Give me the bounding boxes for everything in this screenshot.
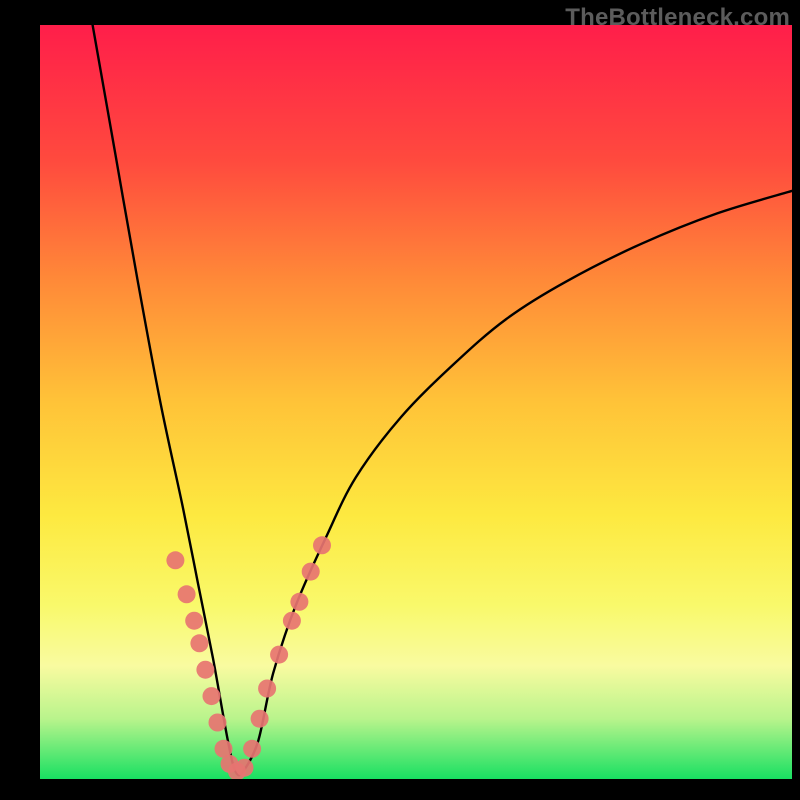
data-marker: [313, 536, 331, 554]
data-marker: [243, 740, 261, 758]
bottleneck-curve: [93, 25, 792, 775]
data-marker: [302, 563, 320, 581]
chart-svg: [40, 25, 792, 779]
data-marker: [258, 680, 276, 698]
data-marker: [185, 612, 203, 630]
data-marker: [178, 585, 196, 603]
data-marker: [283, 612, 301, 630]
data-marker: [196, 661, 214, 679]
watermark-text: TheBottleneck.com: [565, 4, 790, 32]
chart-plot-area: [40, 25, 792, 779]
data-marker: [209, 714, 227, 732]
data-marker: [290, 593, 308, 611]
data-marker: [203, 687, 221, 705]
marker-group: [166, 536, 331, 779]
data-marker: [236, 759, 254, 777]
data-marker: [270, 646, 288, 664]
data-marker: [190, 634, 208, 652]
data-marker: [251, 710, 269, 728]
data-marker: [166, 551, 184, 569]
chart-frame: TheBottleneck.com: [0, 0, 800, 800]
